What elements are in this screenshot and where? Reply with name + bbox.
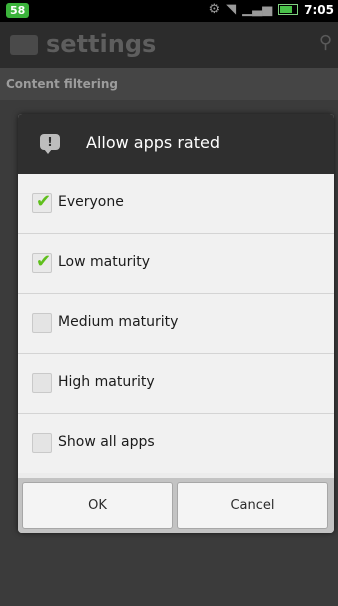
option-label: High maturity [58,374,155,390]
ok-button[interactable]: OK [22,482,173,529]
allow-apps-dialog: ! Allow apps rated ✔ Everyone ✔ Low matu… [18,114,334,533]
alarm-icon: ⚙ [208,2,221,17]
checkbox[interactable]: ✔ [32,191,52,213]
option-label: Medium maturity [58,314,179,330]
wifi-icon: ◥ [226,2,237,17]
dialog-button-bar: OK Cancel [18,478,334,533]
content-filtering-header: Content filtering [0,68,338,100]
dialog-header: ! Allow apps rated [18,114,334,174]
checkbox[interactable] [32,433,52,453]
cancel-button[interactable]: Cancel [177,482,328,529]
app-title-bar: settings ⚲ [0,22,338,68]
rating-options-list: ✔ Everyone ✔ Low maturity Medium maturit… [18,174,334,473]
notification-count-badge: 58 [6,3,30,18]
checkbox[interactable] [32,373,52,393]
checkmark-icon: ✔ [36,191,52,212]
status-icons: ⚙ ◥ ▁▃▅ 7:05 [208,2,334,17]
option-low-maturity[interactable]: ✔ Low maturity [18,234,334,294]
app-title: settings [46,30,157,58]
dialog-title: Allow apps rated [86,133,220,152]
status-bar: 58 ⚙ ◥ ▁▃▅ 7:05 [0,0,338,22]
option-show-all-apps[interactable]: Show all apps [18,414,334,473]
clock: 7:05 [304,2,334,17]
battery-icon [278,4,299,15]
option-label: Show all apps [58,434,155,450]
option-label: Low maturity [58,254,151,270]
app-logo-icon [10,35,38,55]
option-label: Everyone [58,194,124,210]
checkbox[interactable]: ✔ [32,251,52,273]
checkmark-icon: ✔ [36,251,52,272]
checkbox[interactable] [32,313,52,333]
search-icon: ⚲ [318,32,332,53]
option-medium-maturity[interactable]: Medium maturity [18,294,334,354]
option-everyone[interactable]: ✔ Everyone [18,174,334,234]
speech-bubble-icon: ! [40,134,60,154]
signal-icon: ▁▃▅ [242,2,273,17]
option-high-maturity[interactable]: High maturity [18,354,334,414]
